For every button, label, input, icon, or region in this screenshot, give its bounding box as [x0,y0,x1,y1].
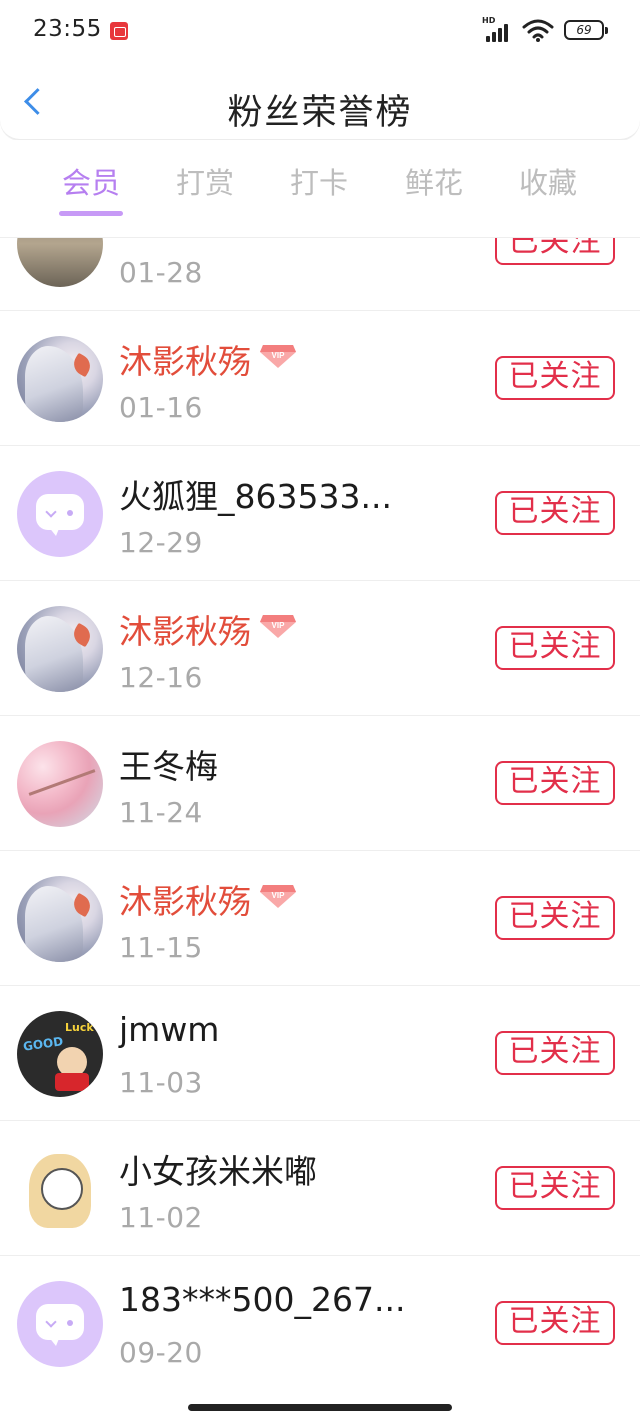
avatar-luck-text: Luck [65,1021,94,1034]
avatar[interactable] [17,876,103,962]
fan-name: 火狐狸_863533... [119,477,392,516]
followed-button[interactable]: 已关注 [495,1031,615,1075]
gesture-bar [0,1396,640,1423]
avatar[interactable] [17,336,103,422]
avatar[interactable] [17,471,103,557]
fan-date: 01-16 [119,391,203,424]
followed-button[interactable]: 已关注 [495,356,615,400]
tab-checkin[interactable]: 打卡 [274,160,364,202]
followed-button[interactable]: 已关注 [495,238,615,265]
list-item[interactable]: 沐影秋殇 VIP 12-16 已关注 [0,581,640,716]
fan-name: 小女孩米米嘟 [119,1152,317,1191]
fan-name-text: 沐影秋殇 [119,342,251,381]
avatar[interactable] [17,1281,103,1367]
followed-button[interactable]: 已关注 [495,491,615,535]
fan-name-text: 沐影秋殇 [119,612,251,651]
avatar[interactable]: GOOD Luck [17,1011,103,1097]
list-item[interactable]: 沐影秋殇 VIP 01-16 已关注 [0,311,640,446]
notification-icon [110,22,128,40]
tab-favorites[interactable]: 收藏 [503,160,593,202]
fan-name: jmwm [119,1010,220,1049]
page-title: 粉丝荣誉榜 [227,93,413,133]
fan-date: 11-24 [119,796,203,829]
status-bar: 23:55 HD 69 [0,0,640,62]
fan-date: 01-28 [119,256,203,289]
wifi-icon [522,19,554,42]
fan-name: 沐影秋殇 VIP [119,335,297,383]
avatar[interactable] [17,238,103,287]
avatar-good-text: GOOD [22,1034,64,1054]
home-indicator[interactable] [188,1404,452,1411]
followed-button[interactable]: 已关注 [495,1301,615,1345]
tab-bar: 会员 打赏 打卡 鲜花 收藏 [0,140,640,238]
list-item[interactable]: 01-28 已关注 [0,238,640,311]
battery-icon: 69 [564,20,608,40]
vip-diamond-icon: VIP [260,885,296,908]
tab-member[interactable]: 会员 [46,160,136,202]
fan-name: 王冬梅 [119,747,218,786]
vip-diamond-icon: VIP [260,615,296,638]
followed-button[interactable]: 已关注 [495,896,615,940]
fan-name-text: 沐影秋殇 [119,882,251,921]
fan-date: 11-03 [119,1066,203,1099]
avatar[interactable] [17,606,103,692]
list-item[interactable]: 沐影秋殇 VIP 11-15 已关注 [0,851,640,986]
tab-reward[interactable]: 打赏 [160,160,250,202]
vip-badge-text: VIP [272,351,286,360]
vip-diamond-icon: VIP [260,345,296,368]
fan-date: 11-15 [119,931,203,964]
tab-flowers[interactable]: 鲜花 [389,160,479,202]
fan-list[interactable]: 01-28 已关注 沐影秋殇 VIP 01-16 已关注 火狐狸_863533..… [0,238,640,1396]
fan-name: 沐影秋殇 VIP [119,875,297,923]
signal-icon: HD [482,16,512,42]
status-time: 23:55 [33,16,102,42]
status-icons: HD 69 [482,16,608,42]
vip-badge-text: VIP [272,621,286,630]
list-item[interactable]: GOOD Luck jmwm 11-03 已关注 [0,986,640,1121]
avatar[interactable] [17,741,103,827]
list-item[interactable]: 火狐狸_863533... 12-29 已关注 [0,446,640,581]
active-tab-indicator [59,211,123,216]
fan-date: 12-16 [119,661,203,694]
fan-name: 沐影秋殇 VIP [119,605,297,653]
list-item[interactable]: 王冬梅 11-24 已关注 [0,716,640,851]
followed-button[interactable]: 已关注 [495,626,615,670]
nav-header: 粉丝荣誉榜 [0,62,640,140]
fan-name: 183***500_267... [119,1280,406,1319]
list-item[interactable]: 183***500_267... 09-20 已关注 [0,1256,640,1391]
followed-button[interactable]: 已关注 [495,761,615,805]
followed-button[interactable]: 已关注 [495,1166,615,1210]
list-item[interactable]: 小女孩米米嘟 11-02 已关注 [0,1121,640,1256]
fan-date: 11-02 [119,1201,203,1234]
battery-level: 69 [576,23,592,37]
avatar[interactable] [17,1146,103,1232]
fan-date: 12-29 [119,526,203,559]
vip-badge-text: VIP [272,891,286,900]
fan-date: 09-20 [119,1336,203,1369]
